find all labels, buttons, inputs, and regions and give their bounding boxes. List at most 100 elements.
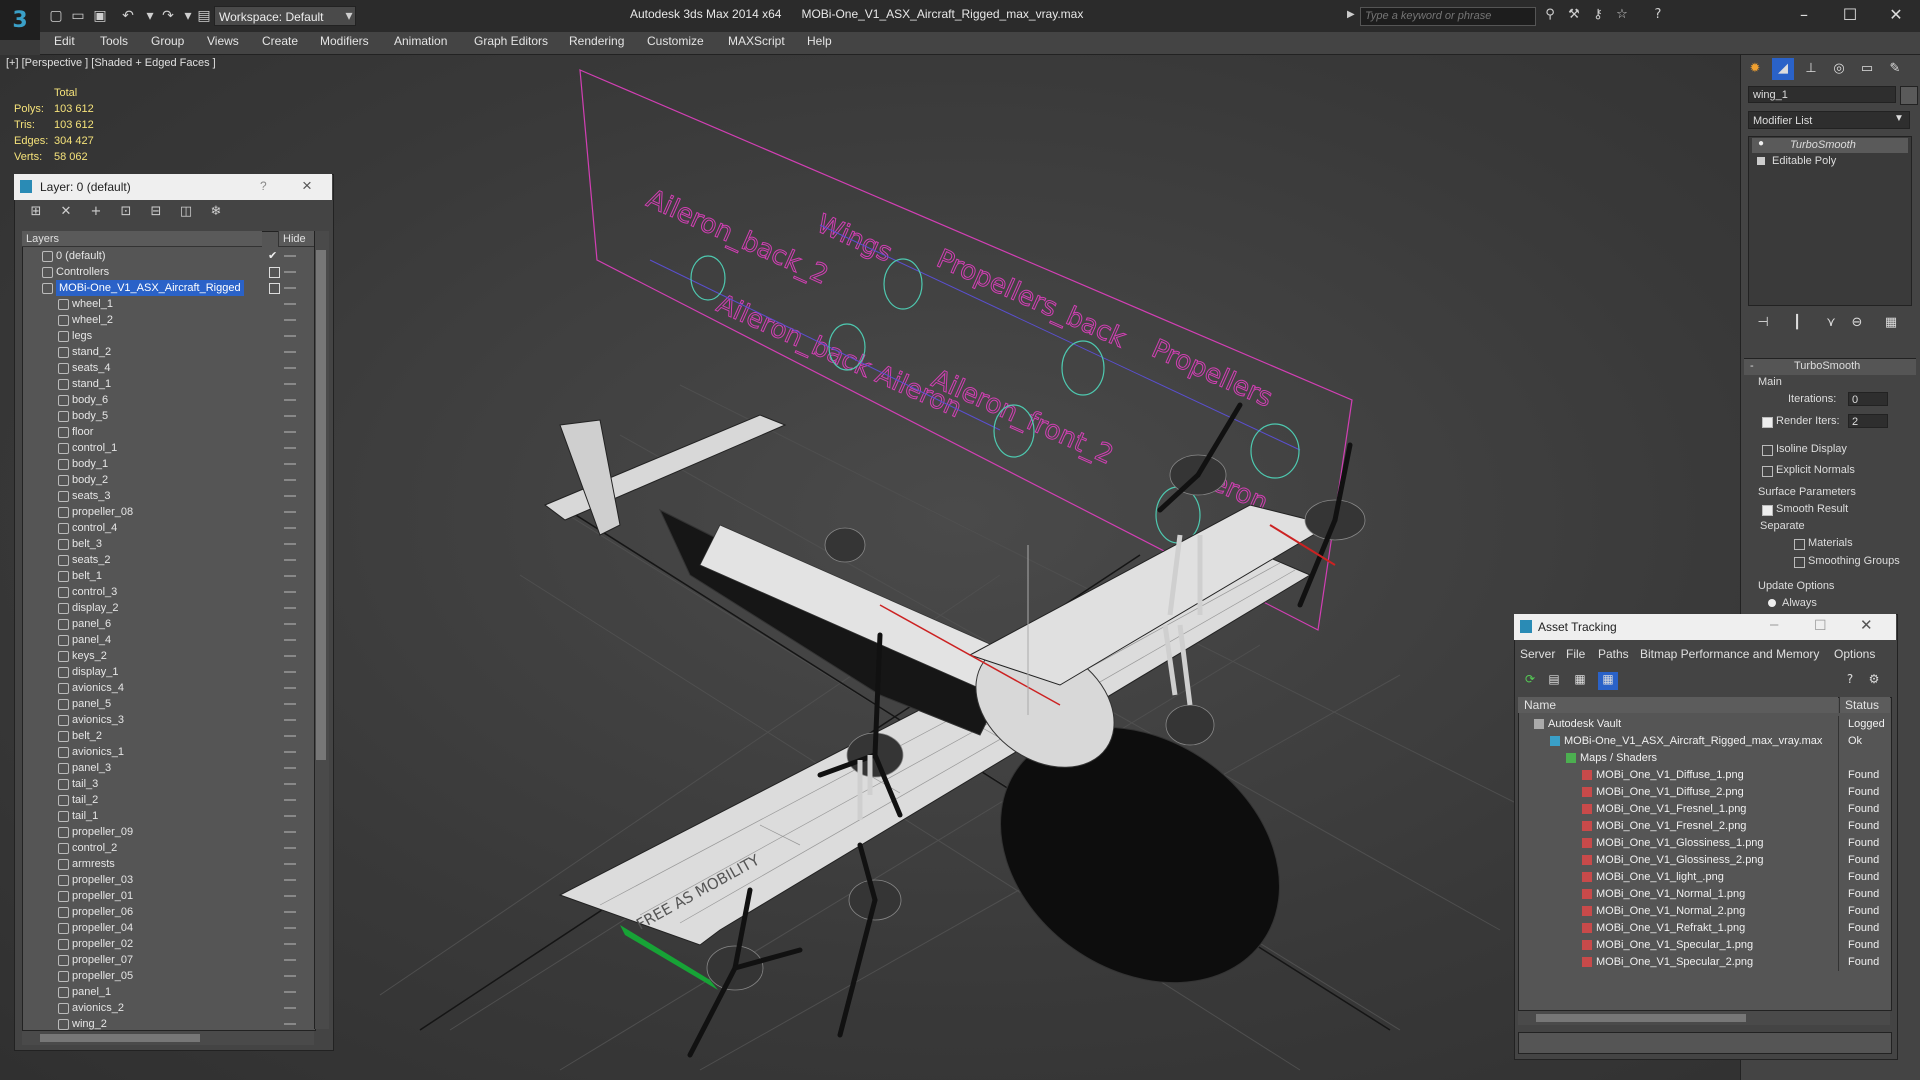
object-row[interactable]: display_2 [22, 600, 314, 616]
hide-toggle[interactable] [284, 703, 296, 705]
smooth-result-checkbox[interactable] [1762, 505, 1773, 516]
hide-toggle[interactable] [284, 1007, 296, 1009]
layer-checkbox[interactable] [269, 283, 280, 294]
menu-customize[interactable]: Customize [647, 34, 704, 48]
freeze-all-layers-icon[interactable]: ❄ [206, 204, 226, 224]
object-row[interactable]: propeller_05 [22, 968, 314, 984]
hide-toggle[interactable] [284, 927, 296, 929]
hide-toggle[interactable] [284, 863, 296, 865]
render-iters-spinner[interactable]: 2 [1848, 414, 1888, 428]
help-icon[interactable]: ? [1840, 672, 1860, 690]
select-objects-icon[interactable]: ⊡ [116, 204, 136, 224]
list-view-icon[interactable]: ▤ [1544, 672, 1564, 690]
hide-toggle[interactable] [284, 911, 296, 913]
modify-tab-icon[interactable]: ◢ [1772, 58, 1794, 80]
save-icon[interactable]: ▣ [90, 6, 110, 26]
maximize-icon[interactable]: ☐ [1828, 2, 1872, 28]
hide-toggle[interactable] [284, 719, 296, 721]
iterations-spinner[interactable]: 0 [1848, 392, 1888, 406]
binoculars-icon[interactable]: ⚲ [1540, 7, 1560, 27]
open-file-icon[interactable]: ▭ [68, 6, 88, 26]
scrollbar-thumb[interactable] [1536, 1014, 1746, 1022]
hide-toggle[interactable] [284, 511, 296, 513]
object-row[interactable]: control_3 [22, 584, 314, 600]
object-row[interactable]: belt_2 [22, 728, 314, 744]
hide-toggle[interactable] [284, 767, 296, 769]
menu-help[interactable]: Help [807, 34, 832, 48]
hide-toggle[interactable] [284, 783, 296, 785]
modifier-list-dropdown[interactable]: Modifier List [1748, 111, 1910, 129]
menu-bitmap-performance[interactable]: Bitmap Performance and Memory [1640, 647, 1819, 661]
menu-file[interactable]: File [1566, 647, 1585, 661]
object-row[interactable]: panel_1 [22, 984, 314, 1000]
hide-toggle[interactable] [284, 399, 296, 401]
pin-stack-icon[interactable]: ⊣ [1752, 312, 1774, 334]
hide-toggle[interactable] [284, 383, 296, 385]
object-row[interactable]: avionics_4 [22, 680, 314, 696]
project-folder-icon[interactable]: ▤ [194, 6, 214, 26]
table-view-icon[interactable]: ▦ [1598, 672, 1618, 690]
asset-row[interactable]: Maps / Shaders [1518, 750, 1890, 767]
hide-toggle[interactable] [284, 895, 296, 897]
make-unique-icon[interactable]: ⋎ [1820, 312, 1842, 334]
layer-row[interactable]: MOBi-One_V1_ASX_Aircraft_Rigged [22, 280, 314, 296]
chevron-down-icon[interactable]: ▼ [1894, 113, 1904, 124]
object-row[interactable]: control_2 [22, 840, 314, 856]
hide-toggle[interactable] [284, 335, 296, 337]
object-row[interactable]: propeller_02 [22, 936, 314, 952]
asset-row[interactable]: MOBi_One_V1_Specular_1.png Found [1518, 937, 1890, 954]
communication-center-icon[interactable]: ⚒ [1564, 7, 1584, 27]
hide-toggle[interactable] [284, 623, 296, 625]
object-row[interactable]: propeller_09 [22, 824, 314, 840]
hide-toggle[interactable] [284, 687, 296, 689]
object-row[interactable]: propeller_06 [22, 904, 314, 920]
menu-maxscript[interactable]: MAXScript [728, 34, 785, 48]
viewport-label[interactable]: [+] [Perspective ] [Shaded + Edged Faces… [6, 57, 216, 69]
stack-item-turbosmooth[interactable]: TurboSmooth [1752, 138, 1908, 153]
asset-row[interactable]: MOBi_One_V1_Normal_2.png Found [1518, 903, 1890, 920]
tree-view-icon[interactable]: ▦ [1570, 672, 1590, 690]
hide-toggle[interactable] [284, 943, 296, 945]
refresh-icon[interactable]: ⟳ [1520, 672, 1540, 690]
workspace-dropdown[interactable]: Workspace: Default [214, 6, 356, 26]
menu-graph-editors[interactable]: Graph Editors [474, 34, 548, 48]
smoothing-groups-checkbox[interactable] [1794, 557, 1805, 568]
asset-row[interactable]: MOBi_One_V1_Fresnel_2.png Found [1518, 818, 1890, 835]
layer-row[interactable]: Controllers [22, 264, 314, 280]
scrollbar-thumb[interactable] [40, 1034, 200, 1042]
configure-sets-icon[interactable]: ▦ [1880, 312, 1902, 334]
menu-server[interactable]: Server [1520, 647, 1555, 661]
object-row[interactable]: armrests [22, 856, 314, 872]
object-row[interactable]: propeller_01 [22, 888, 314, 904]
display-tab-icon[interactable]: ▭ [1856, 58, 1878, 80]
new-file-icon[interactable]: ▢ [46, 6, 66, 26]
highlight-layer-icon[interactable]: ⊟ [146, 204, 166, 224]
menu-animation[interactable]: Animation [394, 34, 447, 48]
column-header-layers[interactable]: Layers [22, 231, 262, 247]
hide-toggle[interactable] [284, 303, 296, 305]
hide-toggle[interactable] [284, 495, 296, 497]
hide-toggle[interactable] [284, 735, 296, 737]
column-header-hide[interactable]: Hide [278, 231, 314, 247]
layer-checkbox[interactable] [269, 267, 280, 278]
key-icon[interactable]: ⚷ [1588, 7, 1608, 27]
search-input[interactable] [1360, 7, 1536, 26]
asset-row[interactable]: MOBi_One_V1_Specular_2.png Found [1518, 954, 1890, 971]
materials-checkbox[interactable] [1794, 539, 1805, 550]
object-row[interactable]: body_1 [22, 456, 314, 472]
object-row[interactable]: panel_5 [22, 696, 314, 712]
object-name-field[interactable]: wing_1 [1748, 86, 1896, 103]
lightbulb-icon[interactable]: ● [1758, 138, 1764, 149]
object-row[interactable]: stand_1 [22, 376, 314, 392]
chevron-down-icon[interactable]: ▾ [342, 6, 356, 26]
object-color-swatch[interactable] [1900, 86, 1918, 105]
menu-create[interactable]: Create [262, 34, 298, 48]
object-row[interactable]: seats_4 [22, 360, 314, 376]
hide-toggle[interactable] [284, 287, 296, 289]
menu-tools[interactable]: Tools [100, 34, 128, 48]
always-radio[interactable] [1768, 599, 1776, 607]
render-iters-checkbox[interactable] [1762, 417, 1773, 428]
hierarchy-tab-icon[interactable]: ⊥ [1800, 58, 1822, 80]
asset-row[interactable]: MOBi_One_V1_Refrakt_1.png Found [1518, 920, 1890, 937]
show-end-result-icon[interactable]: ┃ [1786, 312, 1808, 334]
